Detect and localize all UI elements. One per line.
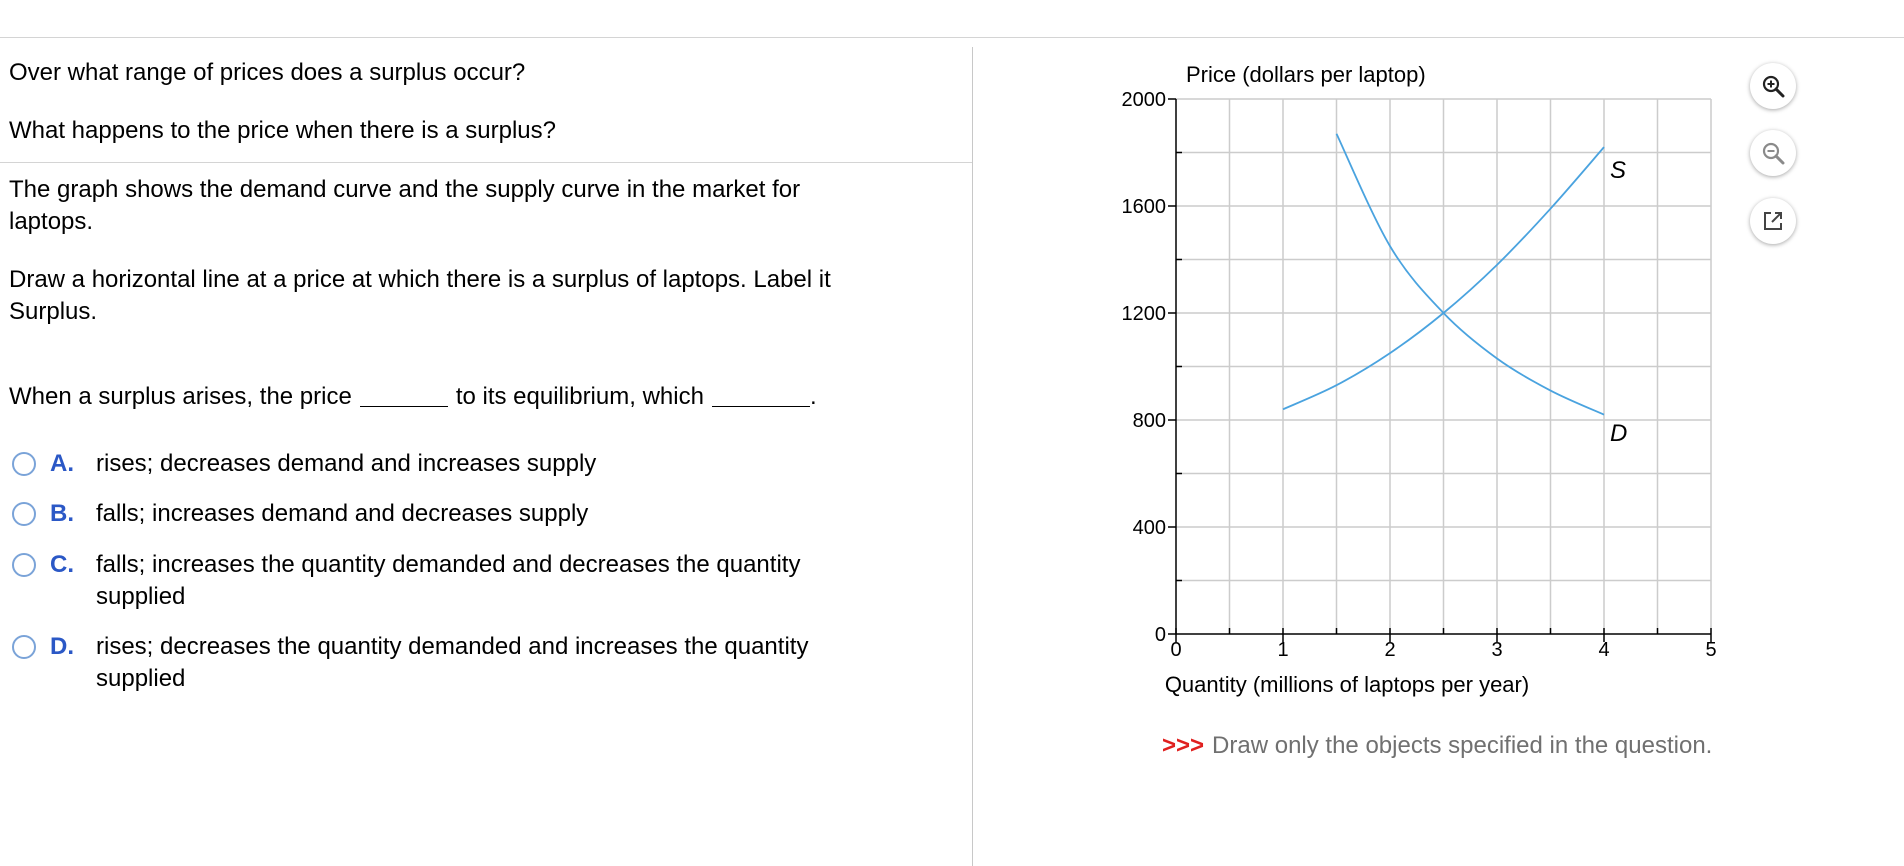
question-stem: When a surplus arises, the price to its e…: [9, 381, 817, 413]
option-text-a[interactable]: rises; decreases demand and increases su…: [96, 448, 896, 480]
question-pane: Over what range of prices does a surplus…: [0, 38, 972, 866]
y-tick-label: 400: [1133, 517, 1166, 539]
x-tick-label: 0: [1170, 639, 1181, 661]
magnifier-plus-icon: [1762, 75, 1785, 98]
radio-button-b[interactable]: [12, 502, 36, 526]
supply-demand-graph[interactable]: 0 400 800 1200 1600 2000 0 1 2 3 4 5 Price (dollars…: [1090, 50, 1730, 710]
x-tick-label: 5: [1705, 639, 1716, 661]
option-letter-d: D.: [50, 633, 74, 660]
answer-blank-2[interactable]: [711, 382, 810, 407]
radio-button-a[interactable]: [12, 452, 36, 476]
option-text-d[interactable]: rises; decreases the quantity demanded a…: [96, 631, 896, 695]
stem-part-2: to its equilibrium, which: [455, 383, 704, 410]
y-tick-label: 1600: [1122, 196, 1167, 218]
x-tick-label: 2: [1384, 639, 1395, 661]
option-letter-b: B.: [50, 500, 74, 527]
draw-instruction: Draw a horizontal line at a price at whi…: [9, 266, 831, 325]
y-tick-label: 0: [1155, 624, 1166, 646]
x-tick-label: 1: [1277, 639, 1288, 661]
x-axis-label: Quantity (millions of laptops per year): [1165, 672, 1529, 697]
y-axis-label: Price (dollars per laptop): [1186, 62, 1426, 87]
answer-blank-1[interactable]: [359, 382, 448, 407]
popout-button[interactable]: [1750, 198, 1796, 244]
note-text: Draw only the objects specified in the q…: [1212, 732, 1713, 759]
option-letter-a: A.: [50, 450, 74, 477]
zoom-out-button[interactable]: [1750, 130, 1796, 176]
y-tick-label: 2000: [1122, 89, 1167, 111]
note-arrows: >>>: [1162, 732, 1205, 759]
pane-divider: [972, 47, 973, 866]
option-text-c[interactable]: falls; increases the quantity demanded a…: [96, 549, 896, 613]
option-letter-c: C.: [50, 551, 74, 578]
section-divider: [0, 162, 972, 163]
x-tick-label: 4: [1598, 639, 1609, 661]
demand-curve-label: D: [1610, 420, 1627, 447]
stem-part-1: When a surplus arises, the price: [9, 383, 352, 410]
demand-curve: [1335, 133, 1605, 416]
magnifier-minus-icon: [1762, 142, 1785, 165]
question-surplus-range: Over what range of prices does a surplus…: [9, 59, 526, 86]
graph-grid: [1176, 98, 1712, 634]
graph-description: The graph shows the demand curve and the…: [9, 176, 801, 235]
instruction-note: >>> Draw only the objects specified in th…: [1162, 730, 1712, 762]
radio-button-d[interactable]: [12, 635, 36, 659]
zoom-in-button[interactable]: [1750, 63, 1796, 109]
x-tick-label: 3: [1491, 639, 1502, 661]
radio-button-c[interactable]: [12, 553, 36, 577]
stem-end: .: [809, 383, 817, 410]
question-price-effect: What happens to the price when there is …: [9, 117, 556, 144]
supply-curve-label: S: [1610, 157, 1626, 184]
graph-axes: 0 400 800 1200 1600 2000 0 1 2 3 4 5: [1122, 89, 1717, 661]
external-link-icon: [1764, 212, 1782, 230]
y-tick-label: 800: [1133, 410, 1166, 432]
option-text-b[interactable]: falls; increases demand and decreases su…: [96, 498, 896, 530]
y-tick-label: 1200: [1122, 303, 1167, 325]
